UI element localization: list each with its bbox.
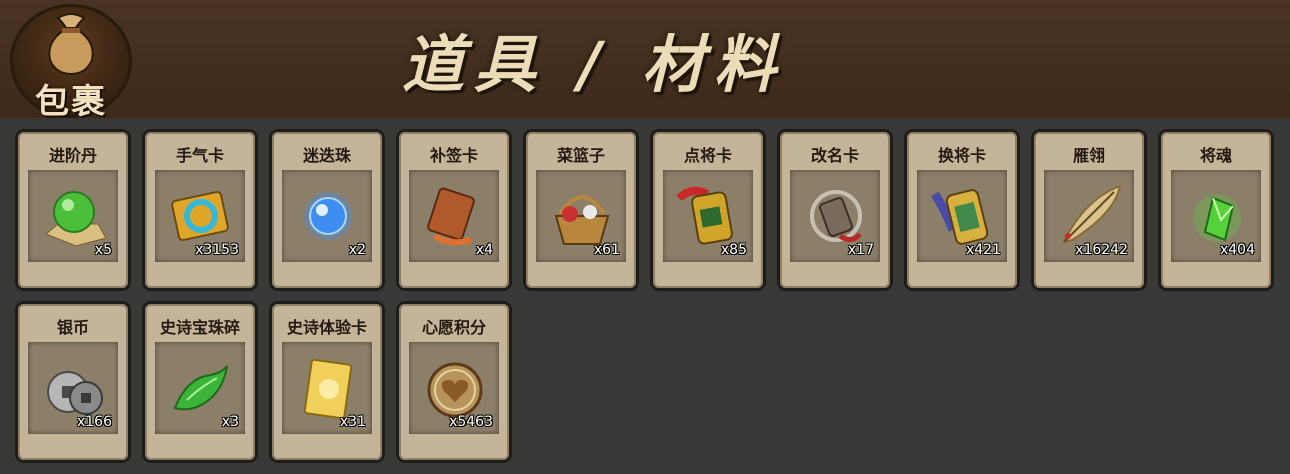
item-image-frame: x85 (663, 170, 753, 262)
item-quantity: x3153 (195, 242, 239, 258)
item-name: 将魂 (1199, 146, 1232, 165)
header-bar: 包裹 道具 / 材料 (0, 0, 1290, 122)
item-image-frame: x421 (917, 170, 1007, 262)
item-card[interactable]: 心愿积分 x5463 (399, 304, 509, 460)
item-image-frame: x404 (1171, 170, 1261, 262)
item-name: 心愿积分 (421, 318, 486, 337)
item-name: 进阶丹 (48, 146, 97, 165)
item-image-frame: x16242 (1044, 170, 1134, 262)
item-card[interactable]: 点将卡 x85 (653, 132, 763, 288)
item-name: 迷迭珠 (302, 146, 351, 165)
item-quantity: x5463 (449, 414, 493, 430)
item-card[interactable]: 银币 x166 (18, 304, 128, 460)
item-card[interactable]: 菜篮子 x61 (526, 132, 636, 288)
item-name: 史诗宝珠碎 (159, 318, 240, 337)
item-name: 补签卡 (429, 146, 478, 165)
item-name: 换将卡 (937, 146, 986, 165)
item-quantity: x166 (76, 414, 112, 430)
item-card[interactable]: 进阶丹 x5 (18, 132, 128, 288)
item-quantity: x404 (1219, 242, 1255, 258)
item-quantity: x4 (475, 242, 493, 258)
item-card[interactable]: 手气卡 x3153 (145, 132, 255, 288)
item-name: 银币 (56, 318, 89, 337)
item-image-frame: x31 (282, 342, 372, 434)
item-image-frame: x3153 (155, 170, 245, 262)
item-card[interactable]: 补签卡 x4 (399, 132, 509, 288)
item-quantity: x421 (965, 242, 1001, 258)
item-image-frame: x3 (155, 342, 245, 434)
item-card[interactable]: 雁翎 x16242 (1034, 132, 1144, 288)
item-image-frame: x2 (282, 170, 372, 262)
item-name: 史诗体验卡 (286, 318, 367, 337)
item-quantity: x3 (221, 414, 239, 430)
item-quantity: x61 (593, 242, 620, 258)
item-name: 雁翎 (1072, 146, 1105, 165)
item-image-frame: x4 (409, 170, 499, 262)
item-name: 改名卡 (810, 146, 859, 165)
item-card[interactable]: 迷迭珠 x2 (272, 132, 382, 288)
item-card[interactable]: 将魂 x404 (1161, 132, 1271, 288)
item-name: 手气卡 (175, 146, 224, 165)
bag-label: 包裹 (35, 82, 107, 122)
item-quantity: x31 (339, 414, 366, 430)
item-quantity: x17 (847, 242, 874, 258)
item-image-frame: x166 (28, 342, 118, 434)
page-title: 道具 / 材料 (402, 28, 786, 101)
item-quantity: x16242 (1075, 242, 1128, 258)
item-quantity: x85 (720, 242, 747, 258)
item-image-frame: x5 (28, 170, 118, 262)
item-image-frame: x5463 (409, 342, 499, 434)
item-image-frame: x61 (536, 170, 626, 262)
item-card[interactable]: 换将卡 x421 (907, 132, 1017, 288)
item-quantity: x2 (348, 242, 366, 258)
item-card[interactable]: 史诗体验卡 x31 (272, 304, 382, 460)
item-card[interactable]: 史诗宝珠碎 x3 (145, 304, 255, 460)
item-card[interactable]: 改名卡 x17 (780, 132, 890, 288)
money-bag-icon (48, 13, 94, 76)
bag-tab-button[interactable]: 包裹 (10, 4, 132, 122)
item-quantity: x5 (94, 242, 112, 258)
item-name: 菜篮子 (556, 146, 605, 165)
item-image-frame: x17 (790, 170, 880, 262)
item-name: 点将卡 (683, 146, 732, 165)
